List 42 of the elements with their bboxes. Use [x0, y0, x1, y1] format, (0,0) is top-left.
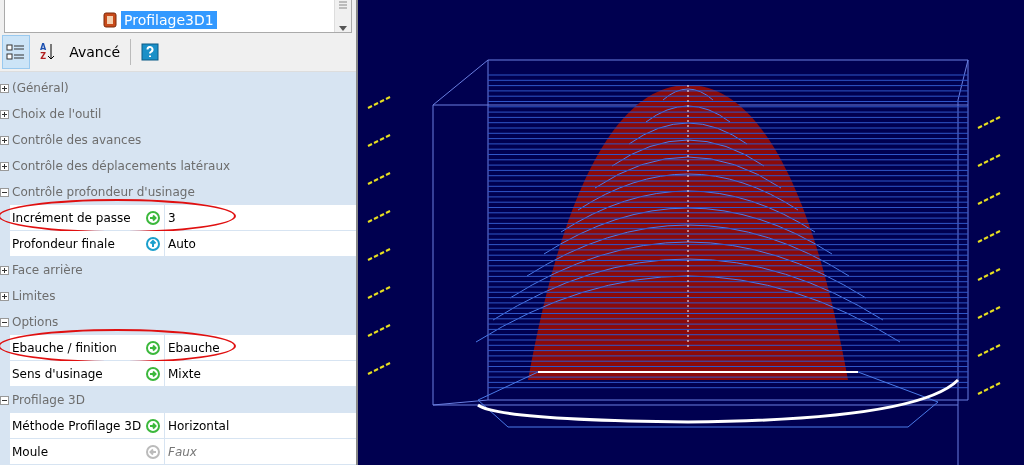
- property-value[interactable]: 3: [168, 210, 176, 225]
- expand-icon[interactable]: [0, 265, 9, 275]
- expand-icon[interactable]: [0, 109, 9, 119]
- up-arrow-icon: [146, 236, 160, 251]
- property-name: Méthode Profilage 3D: [11, 418, 142, 433]
- document-icon: [103, 12, 117, 28]
- category-label: Contrôle des avances: [12, 133, 142, 147]
- sort-letter: A: [40, 43, 47, 52]
- category-label: Profilage 3D: [12, 393, 85, 407]
- collapse-icon[interactable]: [0, 187, 9, 197]
- property-name: Incrément de passe: [11, 210, 132, 225]
- advanced-button[interactable]: Avancé: [65, 35, 124, 69]
- property-value[interactable]: Auto: [168, 236, 196, 251]
- expand-icon[interactable]: [0, 291, 9, 301]
- collapse-icon[interactable]: [0, 317, 9, 327]
- category-label: Limites: [12, 289, 56, 303]
- help-icon: [141, 43, 159, 61]
- expand-icon[interactable]: [0, 135, 9, 145]
- sort-letter: Z: [40, 52, 47, 61]
- category-label: Options: [12, 315, 59, 329]
- property-name: Moule: [11, 444, 50, 459]
- sort-alphabetical-button[interactable]: A Z: [36, 35, 60, 69]
- expand-icon[interactable]: [0, 161, 9, 171]
- scroll-down-icon[interactable]: [339, 26, 347, 32]
- scrollbar[interactable]: [334, 0, 351, 32]
- category-label: Contrôle des déplacements latéraux: [12, 159, 231, 173]
- property-name: Sens d'usinage: [11, 366, 104, 381]
- category-label: Choix de l'outil: [12, 107, 102, 121]
- categorized-list-icon: [6, 42, 26, 62]
- property-name: Profondeur finale: [11, 236, 116, 251]
- expand-icon[interactable]: [0, 83, 9, 93]
- property-name: Ebauche / finition: [11, 340, 118, 355]
- category-label: Contrôle profondeur d'usinage: [12, 185, 195, 199]
- category-label: (Général): [12, 81, 69, 95]
- collapse-icon[interactable]: [0, 395, 9, 405]
- category-label: Face arrière: [12, 263, 83, 277]
- categorized-view-button[interactable]: [2, 35, 30, 69]
- property-value[interactable]: Ebauche: [168, 340, 220, 355]
- down-arrow-icon: [47, 43, 56, 61]
- property-value[interactable]: Mixte: [168, 366, 201, 381]
- property-value[interactable]: Horizontal: [168, 418, 230, 433]
- scroll-grip-icon: [337, 0, 349, 10]
